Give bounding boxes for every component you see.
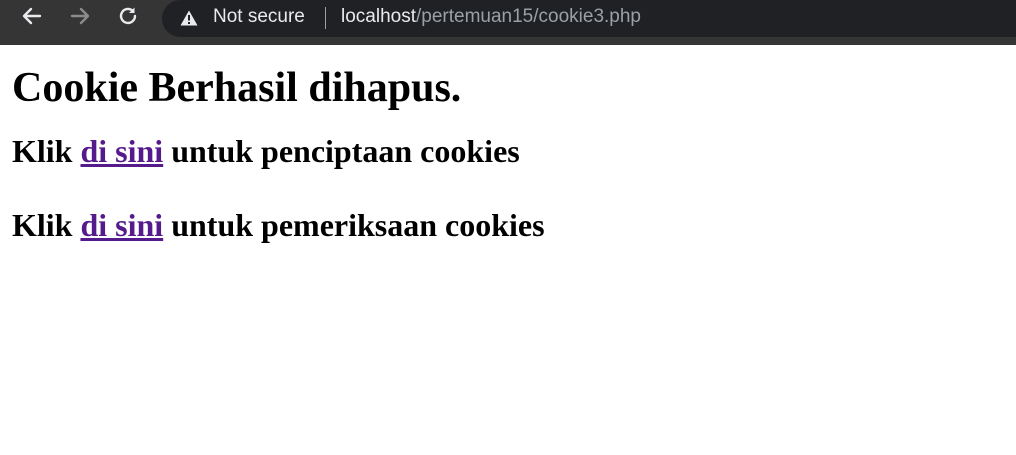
- page-heading: Cookie Berhasil dihapus.: [12, 65, 462, 111]
- create-cookies-link[interactable]: di sini: [80, 133, 163, 169]
- browser-toolbar: Not secure localhost/pertemuan15/cookie3…: [0, 0, 1016, 45]
- forward-arrow-icon: [69, 5, 91, 32]
- back-arrow-icon: [21, 5, 43, 32]
- warning-icon[interactable]: [180, 10, 198, 26]
- reload-button[interactable]: [110, 0, 146, 36]
- reload-icon: [117, 5, 139, 32]
- url-text[interactable]: localhost/pertemuan15/cookie3.php: [341, 6, 641, 28]
- page-content: Cookie Berhasil dihapus. Klik di sini un…: [12, 60, 545, 246]
- check-cookies-link[interactable]: di sini: [80, 207, 163, 243]
- forward-button[interactable]: [62, 0, 98, 36]
- check-cookies-line: Klik di sini untuk pemeriksaan cookies: [12, 204, 545, 246]
- url-path: /pertemuan15/cookie3.php: [416, 6, 641, 27]
- back-button[interactable]: [14, 0, 50, 36]
- url-divider: [325, 7, 326, 29]
- create-line-prefix: Klik: [12, 133, 81, 169]
- create-cookies-line: Klik di sini untuk penciptaan cookies: [12, 130, 545, 172]
- check-line-suffix: untuk pemeriksaan cookies: [163, 207, 545, 243]
- url-host: localhost: [341, 6, 416, 27]
- check-line-prefix: Klik: [12, 207, 81, 243]
- security-status-label[interactable]: Not secure: [213, 6, 305, 28]
- create-line-suffix: untuk penciptaan cookies: [163, 133, 520, 169]
- address-bar[interactable]: Not secure localhost/pertemuan15/cookie3…: [162, 0, 1016, 37]
